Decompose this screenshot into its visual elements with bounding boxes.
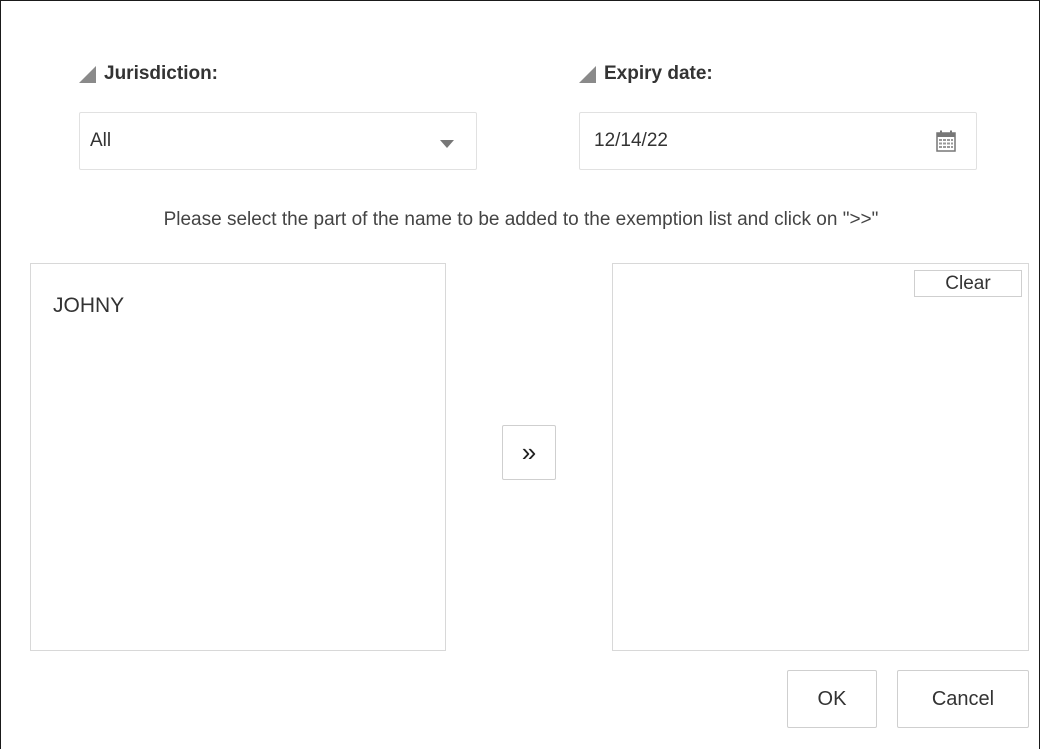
jurisdiction-value: All [90,130,112,151]
expiry-date-label: Expiry date: [579,63,713,85]
clear-button[interactable]: Clear [914,270,1022,297]
triangle-icon [79,65,96,83]
name-parts-list[interactable]: JOHNY [30,263,446,651]
calendar-icon[interactable] [936,130,956,152]
chevron-down-icon[interactable] [440,140,454,148]
jurisdiction-label-text: Jurisdiction: [104,63,219,84]
list-item[interactable]: JOHNY [53,294,124,318]
add-to-exemption-button[interactable]: » [502,425,556,480]
expiry-date-value: 12/14/22 [594,130,668,151]
jurisdiction-label: Jurisdiction: [79,63,218,85]
dialog-frame: Jurisdiction: All Expiry date: 12/14/22 … [0,0,1040,749]
expiry-date-label-text: Expiry date: [604,63,713,84]
cancel-button[interactable]: Cancel [897,670,1029,728]
exemption-list[interactable]: Clear [612,263,1029,651]
jurisdiction-select[interactable]: All [79,112,477,170]
instruction-text: Please select the part of the name to be… [163,209,879,230]
ok-button[interactable]: OK [787,670,877,728]
expiry-date-input[interactable]: 12/14/22 [579,112,977,170]
triangle-icon [579,65,596,83]
